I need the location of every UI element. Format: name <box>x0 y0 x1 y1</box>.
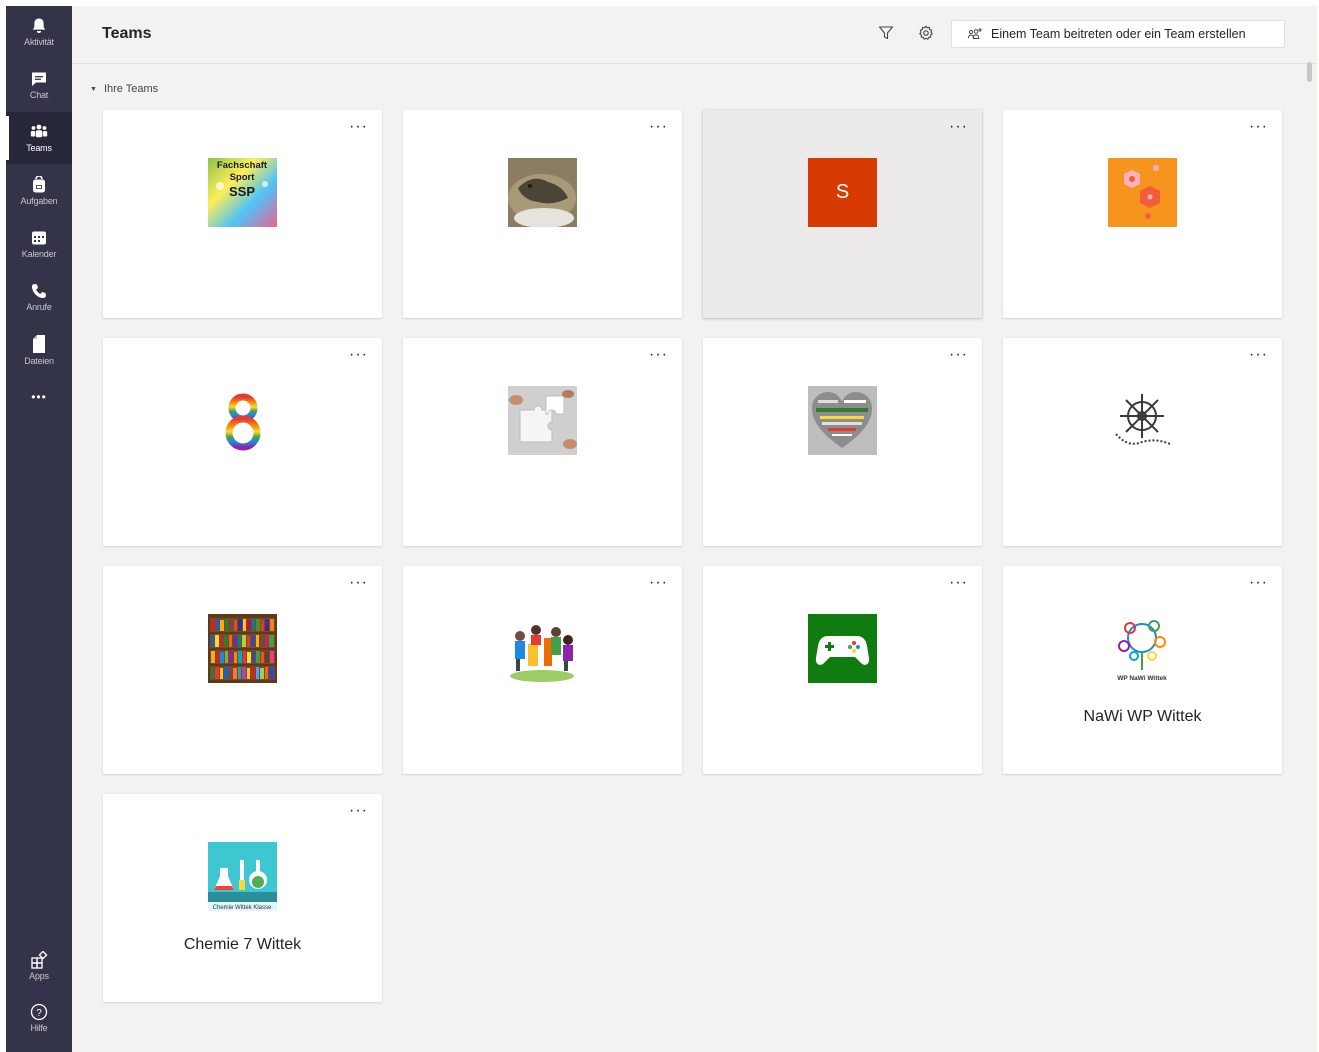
phone-icon <box>32 284 46 298</box>
teams-app: Aktivität Chat Teams Aufgaben Kalender A… <box>6 6 1317 1052</box>
more-options-icon[interactable]: ··· <box>349 575 368 591</box>
rail-item-chat[interactable]: Chat <box>6 59 72 111</box>
rail-label-files: Dateien <box>24 356 54 366</box>
rail-item-teams[interactable]: Teams <box>6 112 72 164</box>
team-avatar <box>508 158 577 227</box>
your-teams-section-toggle[interactable]: ▼ Ihre Teams <box>90 83 158 95</box>
rail-label-chat: Chat <box>29 90 49 100</box>
more-options-icon[interactable]: ··· <box>949 119 968 135</box>
team-avatar <box>508 386 577 455</box>
app-rail: Aktivität Chat Teams Aufgaben Kalender A… <box>6 6 72 1052</box>
add-team-icon <box>968 28 982 39</box>
team-name: NaWi WP Wittek <box>1083 708 1202 725</box>
team-avatar: Chemie Wittek Klasse <box>208 842 277 911</box>
rail-more-button[interactable]: ••• <box>6 377 72 417</box>
more-options-icon[interactable]: ··· <box>349 803 368 819</box>
more-options-icon[interactable]: ··· <box>649 119 668 135</box>
svg-text:?: ? <box>36 1008 42 1019</box>
page-title: Teams <box>102 25 152 42</box>
rail-label-activity: Aktivität <box>24 37 54 47</box>
team-card[interactable]: ··· Fachschaft Sport SSP <box>103 110 382 318</box>
team-avatar <box>1108 386 1177 455</box>
more-options-icon[interactable]: ··· <box>349 119 368 135</box>
team-card[interactable]: ··· <box>703 566 982 774</box>
team-card[interactable]: ··· <box>1003 110 1282 318</box>
teams-header: Teams Einem Team beitreten oder ein Team… <box>72 6 1317 64</box>
team-card[interactable]: ··· <box>103 338 382 546</box>
more-options-icon[interactable]: ··· <box>1249 347 1268 363</box>
rail-item-assignments[interactable]: Aufgaben <box>6 165 72 217</box>
game-controller-icon <box>808 614 877 683</box>
rail-label-calendar: Kalender <box>21 249 57 259</box>
chat-icon <box>32 72 46 86</box>
backpack-icon <box>33 176 45 193</box>
avatar-text-sport: Sport <box>230 172 256 183</box>
team-avatar <box>208 614 277 683</box>
team-avatar: Fachschaft Sport SSP <box>208 158 277 227</box>
avatar-text-fachschaft: Fachschaft <box>217 160 268 171</box>
team-avatar: WP NaWi Wittek <box>1108 614 1177 683</box>
more-options-icon[interactable]: ··· <box>649 347 668 363</box>
rail-label-teams: Teams <box>26 143 52 153</box>
team-card[interactable]: ··· <box>403 566 682 774</box>
team-card[interactable]: ··· <box>103 566 382 774</box>
filter-icon[interactable] <box>878 25 894 46</box>
file-icon <box>33 335 45 353</box>
more-icon: ••• <box>31 390 47 404</box>
rail-item-apps[interactable]: Apps <box>6 940 72 992</box>
team-card[interactable]: ··· S <box>703 110 982 318</box>
rail-label-apps: Apps <box>29 971 49 981</box>
more-options-icon[interactable]: ··· <box>949 575 968 591</box>
more-options-icon[interactable]: ··· <box>949 347 968 363</box>
more-options-icon[interactable]: ··· <box>1249 575 1268 591</box>
rail-item-calls[interactable]: Anrufe <box>6 271 72 323</box>
join-or-create-team-button[interactable]: Einem Team beitreten oder ein Team erste… <box>951 20 1285 48</box>
team-avatar <box>808 614 877 683</box>
join-button-label: Einem Team beitreten oder ein Team erste… <box>991 27 1246 41</box>
team-name: Chemie 7 Wittek <box>183 936 302 953</box>
team-card[interactable]: ··· <box>403 338 682 546</box>
team-card[interactable]: ··· <box>1003 338 1282 546</box>
caret-down-icon: ▼ <box>90 85 97 93</box>
team-avatar <box>1108 158 1177 227</box>
team-avatar: S <box>808 158 877 227</box>
team-avatar <box>208 386 277 455</box>
rail-item-calendar[interactable]: Kalender <box>6 218 72 270</box>
rail-label-calls: Anrufe <box>26 302 52 312</box>
avatar-letter: S <box>835 181 850 203</box>
more-options-icon[interactable]: ··· <box>349 347 368 363</box>
rail-item-activity[interactable]: Aktivität <box>6 6 72 58</box>
team-card[interactable]: ··· <box>403 110 682 318</box>
rail-label-assignments: Aufgaben <box>20 196 58 206</box>
rail-item-files[interactable]: Dateien <box>6 324 72 376</box>
section-label: Ihre Teams <box>103 83 159 95</box>
team-card[interactable]: ··· WP NaWi Wittek NaWi WP Wittek <box>1003 566 1282 774</box>
avatar-text-ssp: SSP <box>229 184 255 199</box>
more-options-icon[interactable]: ··· <box>649 575 668 591</box>
teams-icon <box>30 124 48 138</box>
rail-label-help: Hilfe <box>30 1023 48 1033</box>
calendar-icon <box>32 231 46 245</box>
gear-icon[interactable] <box>918 25 934 46</box>
more-options-icon[interactable]: ··· <box>1249 119 1268 135</box>
team-avatar <box>808 386 877 455</box>
avatar-caption: Chemie Wittek Klasse <box>213 905 272 911</box>
avatar-caption: WP NaWi Wittek <box>1117 675 1167 682</box>
apps-icon <box>31 951 48 969</box>
team-avatar <box>508 614 577 683</box>
rail-item-help[interactable]: ? Hilfe <box>6 992 72 1044</box>
team-card[interactable]: ··· <box>703 338 982 546</box>
team-card[interactable]: ··· Chemie Wittek Klasse Chemie 7 Wittek <box>103 794 382 1002</box>
help-icon: ? <box>30 1003 48 1021</box>
bell-icon <box>32 18 46 33</box>
scrollbar[interactable] <box>1307 62 1312 82</box>
